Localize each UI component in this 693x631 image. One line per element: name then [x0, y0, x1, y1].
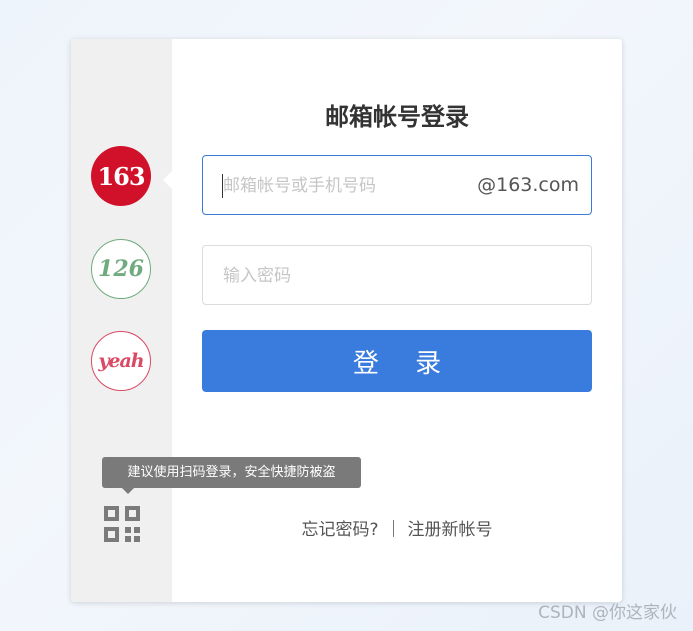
brand-yeah-icon[interactable]: yeah [91, 331, 151, 391]
mailbox-switcher: 163 126 yeah 建议使用扫码登录，安全快捷防被盗 [71, 39, 361, 602]
qr-login-tooltip: 建议使用扫码登录，安全快捷防被盗 [102, 457, 361, 494]
account-domain-suffix: @163.com [477, 174, 579, 196]
password-field[interactable] [202, 245, 592, 306]
qr-code-icon[interactable] [104, 506, 140, 542]
account-field[interactable]: @163.com [202, 155, 592, 216]
login-card: 163 126 yeah 建议使用扫码登录，安全快捷防被盗 邮箱帐号登录 邮箱帐… [71, 39, 622, 602]
register-link[interactable]: 注册新帐号 [408, 520, 493, 540]
brand-126-icon[interactable]: 126 [91, 239, 151, 299]
login-button[interactable]: 登 录 [202, 330, 592, 392]
link-divider [392, 520, 394, 537]
brand-163-icon[interactable]: 163 [91, 146, 151, 206]
page-title: 邮箱帐号登录 [325, 103, 469, 131]
password-input[interactable] [221, 246, 575, 306]
active-brand-pointer [163, 170, 173, 190]
account-input[interactable] [221, 156, 475, 216]
watermark: CSDN @你这家伙 [538, 603, 677, 623]
forgot-password-link[interactable]: 忘记密码? [301, 520, 378, 540]
auxiliary-links: 忘记密码? 注册新帐号 [202, 515, 592, 540]
